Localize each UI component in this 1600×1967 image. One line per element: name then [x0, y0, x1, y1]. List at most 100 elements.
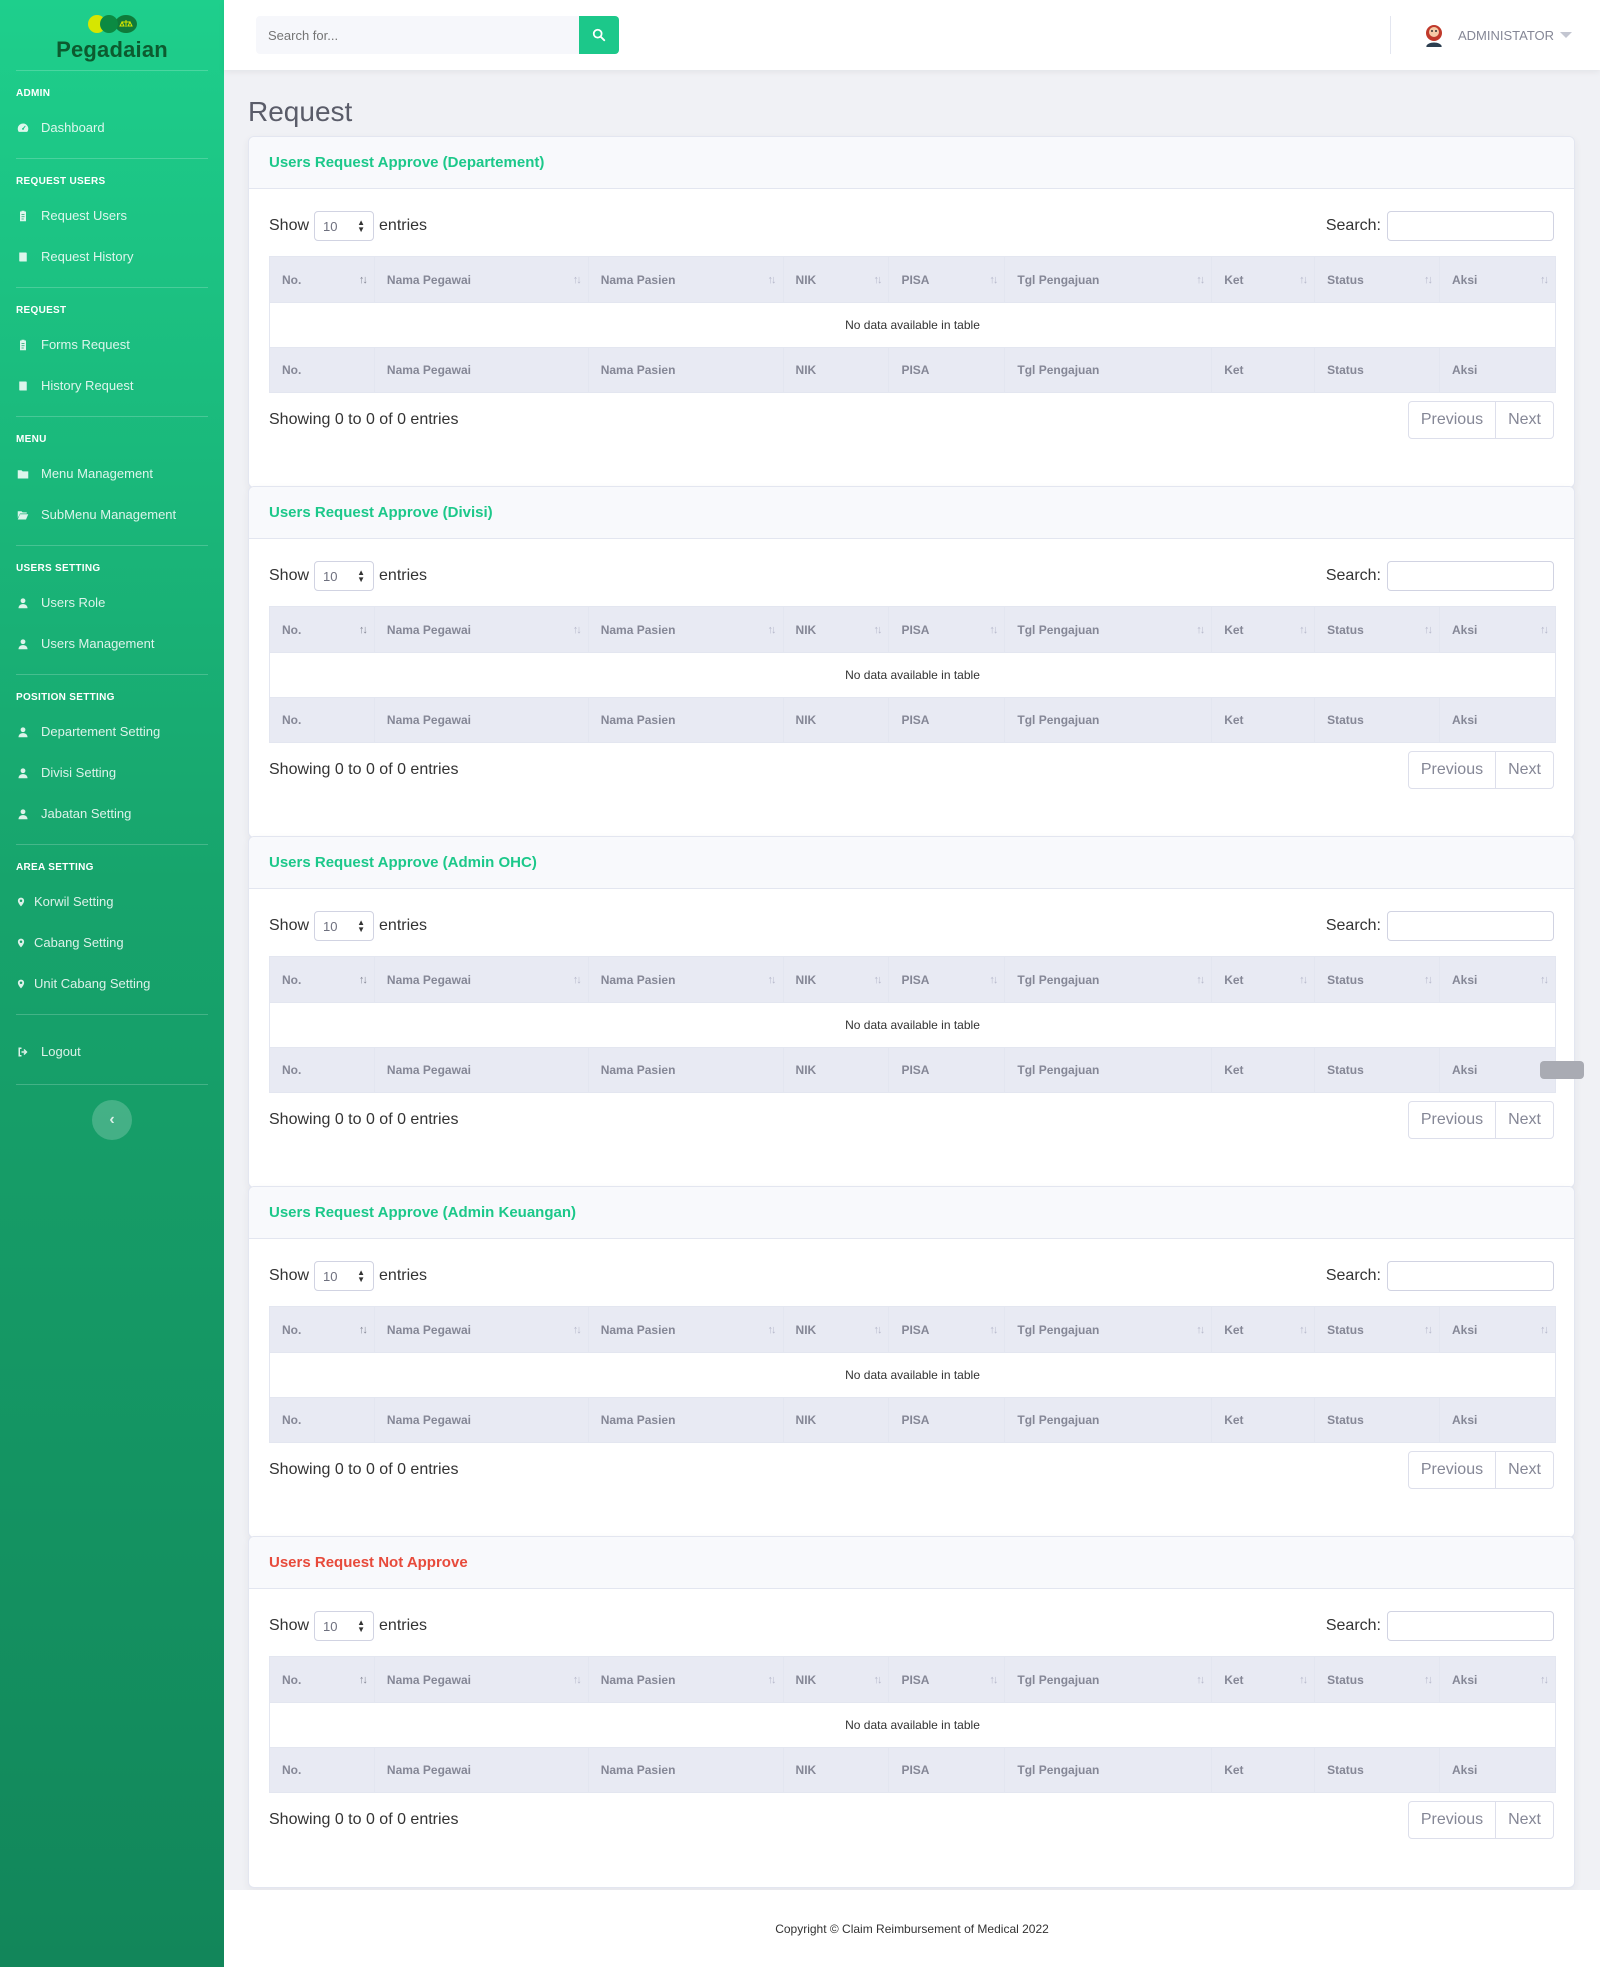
next-button[interactable]: Next [1495, 1102, 1553, 1138]
sidebar-item-logout[interactable]: Logout [0, 1031, 224, 1072]
column-header[interactable]: Nama Pasien ↑↓ [587, 256, 784, 303]
next-button[interactable]: Next [1495, 1452, 1553, 1488]
column-header[interactable]: No. ↑↓ [269, 606, 375, 653]
column-header[interactable]: NIK ↑↓ [782, 256, 890, 303]
sidebar-item-dashboard[interactable]: Dashboard [0, 107, 224, 148]
column-header[interactable]: PISA ↑↓ [888, 606, 1006, 653]
column-header[interactable]: Status ↑↓ [1314, 956, 1441, 1003]
column-header[interactable]: Nama Pasien ↑↓ [587, 956, 784, 1003]
column-footer: NIK [782, 1397, 890, 1443]
column-footer: NIK [782, 1047, 890, 1093]
column-header[interactable]: No. ↑↓ [269, 956, 375, 1003]
sidebar-item-history-request[interactable]: History Request [0, 365, 224, 406]
column-footer: Aksi [1439, 697, 1556, 743]
column-header[interactable]: Aksi ↑↓ [1439, 256, 1556, 303]
column-header[interactable]: Status ↑↓ [1314, 606, 1441, 653]
page-size-select[interactable]: 10 ▲ ▼ [314, 561, 375, 591]
column-header[interactable]: Status ↑↓ [1314, 1656, 1441, 1703]
table-search-input[interactable] [1387, 561, 1554, 591]
sort-icon: ↑↓ [1424, 623, 1433, 636]
sidebar-item-submenu-management[interactable]: SubMenu Management [0, 494, 224, 535]
column-header[interactable]: Nama Pasien ↑↓ [587, 1306, 784, 1353]
column-header[interactable]: Ket ↑↓ [1211, 1306, 1316, 1353]
next-button[interactable]: Next [1495, 1802, 1553, 1838]
table-search-input[interactable] [1387, 911, 1554, 941]
sidebar-item-request-history[interactable]: Request History [0, 236, 224, 277]
column-header[interactable]: NIK ↑↓ [782, 956, 890, 1003]
column-header[interactable]: Ket ↑↓ [1211, 956, 1316, 1003]
column-footer: Aksi [1439, 1747, 1556, 1793]
column-header[interactable]: Aksi ↑↓ [1439, 606, 1556, 653]
sidebar-item-divisi-setting[interactable]: Divisi Setting [0, 752, 224, 793]
column-header[interactable]: No. ↑↓ [269, 1656, 375, 1703]
column-header[interactable]: Nama Pegawai ↑↓ [373, 1306, 589, 1353]
page-size-select[interactable]: 10 ▲ ▼ [314, 1611, 375, 1641]
column-header[interactable]: Status ↑↓ [1314, 1306, 1441, 1353]
column-header[interactable]: PISA ↑↓ [888, 1656, 1006, 1703]
sidebar-item-unit-cabang-setting[interactable]: Unit Cabang Setting [0, 963, 224, 1004]
column-header[interactable]: Tgl Pengajuan ↑↓ [1004, 1306, 1213, 1353]
sidebar-item-departement-setting[interactable]: Departement Setting [0, 711, 224, 752]
user-dropdown[interactable]: ADMINISTATOR [1420, 20, 1573, 50]
sidebar-item-menu-management[interactable]: Menu Management [0, 453, 224, 494]
column-header[interactable]: Tgl Pengajuan ↑↓ [1004, 1656, 1213, 1703]
sidebar-toggle-button[interactable]: ‹ [92, 1100, 132, 1140]
column-header[interactable]: Ket ↑↓ [1211, 1656, 1316, 1703]
column-header[interactable]: PISA ↑↓ [888, 1306, 1006, 1353]
page-size-select[interactable]: 10 ▲ ▼ [314, 211, 375, 241]
next-button[interactable]: Next [1495, 402, 1553, 438]
sidebar-item-users-management[interactable]: Users Management [0, 623, 224, 664]
column-header[interactable]: Ket ↑↓ [1211, 256, 1316, 303]
column-header[interactable]: Nama Pegawai ↑↓ [373, 606, 589, 653]
column-header[interactable]: Nama Pegawai ↑↓ [373, 256, 589, 303]
column-header[interactable]: Nama Pasien ↑↓ [587, 1656, 784, 1703]
scrollbar-thumb[interactable] [1540, 1061, 1584, 1079]
previous-button[interactable]: Previous [1409, 1452, 1495, 1488]
previous-button[interactable]: Previous [1409, 402, 1495, 438]
previous-button[interactable]: Previous [1409, 752, 1495, 788]
column-header[interactable]: Nama Pegawai ↑↓ [373, 956, 589, 1003]
column-header[interactable]: Aksi ↑↓ [1439, 1656, 1556, 1703]
column-header[interactable]: No. ↑↓ [269, 256, 375, 303]
sidebar-item-jabatan-setting[interactable]: Jabatan Setting [0, 793, 224, 834]
clipboard-icon [16, 338, 30, 352]
sidebar-item-request-users[interactable]: Request Users [0, 195, 224, 236]
next-button[interactable]: Next [1495, 752, 1553, 788]
previous-button[interactable]: Previous [1409, 1802, 1495, 1838]
column-header[interactable]: Ket ↑↓ [1211, 606, 1316, 653]
column-footer: No. [269, 1747, 375, 1793]
sidebar-item-label: Korwil Setting [34, 894, 114, 909]
column-header[interactable]: Nama Pegawai ↑↓ [373, 1656, 589, 1703]
search-input[interactable] [256, 16, 579, 54]
column-header[interactable]: Nama Pasien ↑↓ [587, 606, 784, 653]
search-button[interactable] [579, 16, 619, 54]
column-footer: Tgl Pengajuan [1004, 1397, 1213, 1443]
page-size-select[interactable]: 10 ▲ ▼ [314, 1261, 375, 1291]
sidebar-item-cabang-setting[interactable]: Cabang Setting [0, 922, 224, 963]
column-footer: Tgl Pengajuan [1004, 1047, 1213, 1093]
table-search-input[interactable] [1387, 211, 1554, 241]
table-search-input[interactable] [1387, 1261, 1554, 1291]
column-header[interactable]: PISA ↑↓ [888, 956, 1006, 1003]
column-header[interactable]: NIK ↑↓ [782, 606, 890, 653]
table-search-input[interactable] [1387, 1611, 1554, 1641]
column-header[interactable]: Status ↑↓ [1314, 256, 1441, 303]
column-header[interactable]: PISA ↑↓ [888, 256, 1006, 303]
sidebar-item-forms-request[interactable]: Forms Request [0, 324, 224, 365]
previous-button[interactable]: Previous [1409, 1102, 1495, 1138]
sort-icon: ↑↓ [1299, 623, 1308, 636]
page-size-select[interactable]: 10 ▲ ▼ [314, 911, 375, 941]
table-search: Search: [1326, 211, 1554, 241]
column-header[interactable]: NIK ↑↓ [782, 1656, 890, 1703]
column-header[interactable]: Tgl Pengajuan ↑↓ [1004, 256, 1213, 303]
table-search: Search: [1326, 1611, 1554, 1641]
column-header[interactable]: NIK ↑↓ [782, 1306, 890, 1353]
column-header[interactable]: Tgl Pengajuan ↑↓ [1004, 606, 1213, 653]
brand[interactable]: Pegadaian [0, 0, 224, 70]
column-header[interactable]: No. ↑↓ [269, 1306, 375, 1353]
column-header[interactable]: Aksi ↑↓ [1439, 1306, 1556, 1353]
sidebar-item-korwil-setting[interactable]: Korwil Setting [0, 881, 224, 922]
sidebar-item-users-role[interactable]: Users Role [0, 582, 224, 623]
column-header[interactable]: Tgl Pengajuan ↑↓ [1004, 956, 1213, 1003]
column-header[interactable]: Aksi ↑↓ [1439, 956, 1556, 1003]
